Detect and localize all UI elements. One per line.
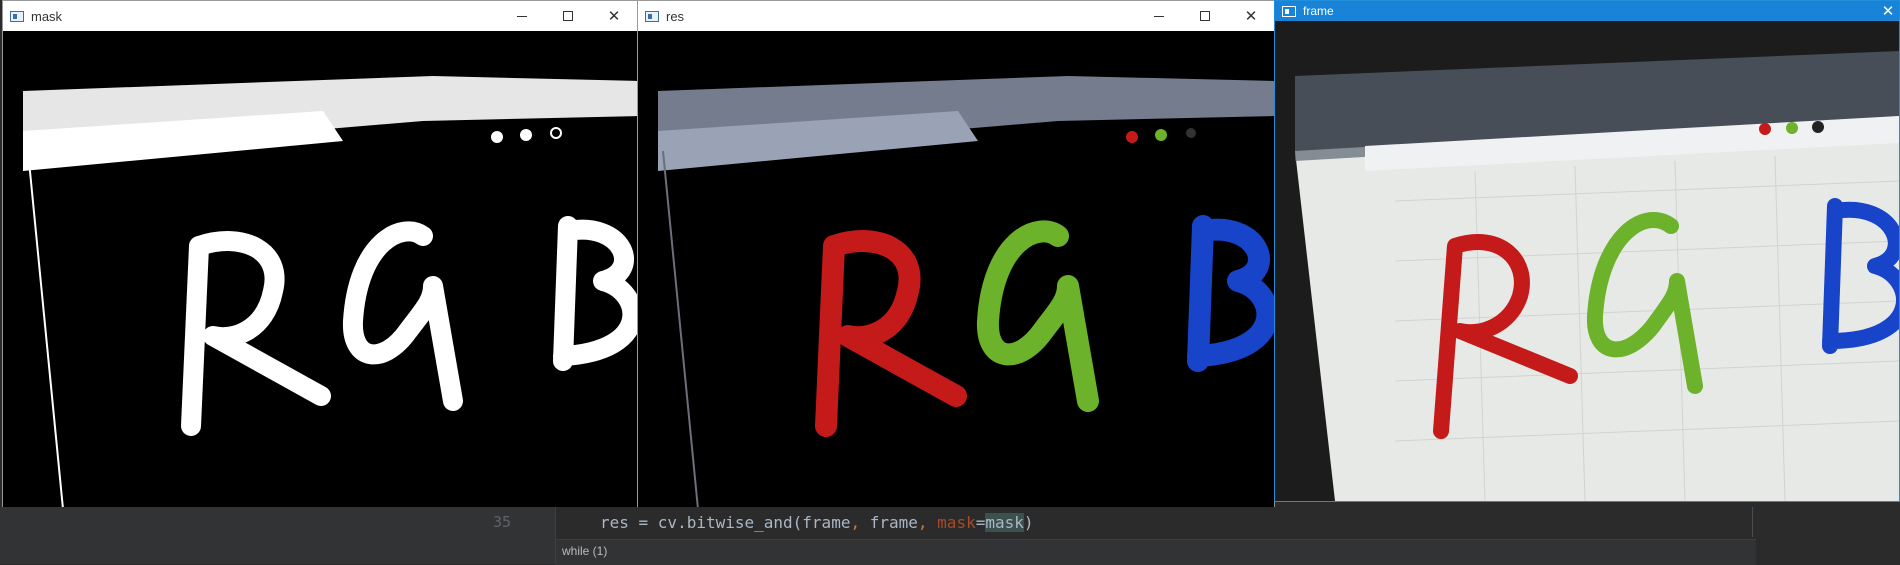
close-button[interactable]: ✕ [1877,1,1899,21]
maximize-icon [1200,11,1210,21]
breadcrumb[interactable]: while (1) [556,539,1756,565]
editor-gutter [0,507,556,564]
mask-image [3,31,637,507]
close-icon: ✕ [1244,8,1258,25]
window-app-icon [1282,5,1296,17]
close-icon: ✕ [1881,3,1895,20]
code-text[interactable]: res = cv.bitwise_and(frame, frame, mask=… [600,513,1034,532]
editor-right-margin [1752,507,1753,537]
window-app-icon [645,10,659,22]
maximize-button[interactable] [545,1,591,31]
maximize-button[interactable] [1182,1,1228,31]
frame-image [1275,21,1899,501]
close-button[interactable]: ✕ [1228,1,1274,31]
minimize-button[interactable] [499,1,545,31]
close-icon: ✕ [607,8,621,25]
window-title: res [666,8,685,24]
res-titlebar[interactable]: res ✕ [638,1,1274,31]
window-controls: ✕ [1136,1,1274,31]
window-controls: ✕ [1877,1,1899,21]
res-window[interactable]: res ✕ [637,0,1275,508]
window-controls: ✕ [499,1,637,31]
minimize-button[interactable] [1136,1,1182,31]
maximize-icon [563,11,573,21]
minimize-icon [1154,15,1164,17]
minimize-icon [517,15,527,17]
frame-titlebar[interactable]: frame ✕ [1275,1,1899,21]
mask-titlebar[interactable]: mask ✕ [3,1,637,31]
code-editor: 35 res = cv.bitwise_and(frame, frame, ma… [0,507,1900,565]
window-title: mask [31,8,63,24]
window-title: frame [1303,4,1334,18]
res-image [638,31,1274,507]
close-button[interactable]: ✕ [591,1,637,31]
breadcrumb-label[interactable]: while (1) [562,544,607,558]
frame-window[interactable]: frame ✕ [1274,0,1900,502]
window-app-icon [10,10,24,22]
mask-window[interactable]: mask ✕ [2,0,638,508]
line-number: 35 [493,513,512,531]
